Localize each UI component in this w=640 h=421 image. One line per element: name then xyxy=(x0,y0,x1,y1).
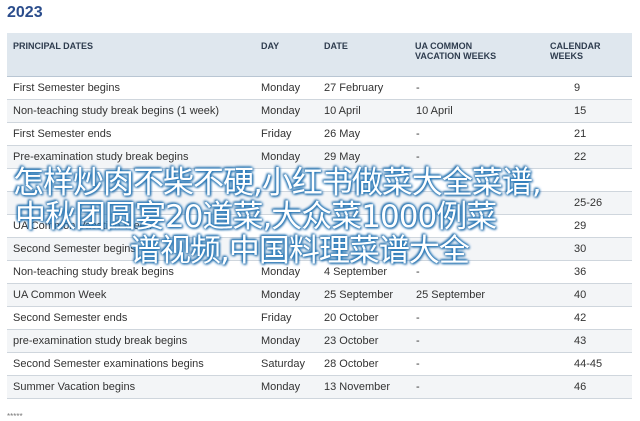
cell-date xyxy=(318,214,409,238)
header-ua-common-vacation-weeks: UA COMMON VACATION WEEKS xyxy=(409,33,544,77)
table-row: Second Semester begins 30 xyxy=(7,237,632,261)
year-heading: 2023 xyxy=(7,4,43,21)
table-row: Non-teaching study break begins Monday 4… xyxy=(7,260,632,284)
cell-calendar-week: 40 xyxy=(544,283,632,307)
header-ua-line1: UA COMMON xyxy=(415,41,473,51)
cell-day: Monday xyxy=(255,76,318,100)
cell-ua-week: 25 September xyxy=(409,283,544,307)
header-ua-line2: VACATION WEEKS xyxy=(415,51,497,61)
table-row: Second Semester ends Friday 20 October -… xyxy=(7,306,632,330)
cell-calendar-week: 22 xyxy=(544,145,632,169)
cell-date: 13 November xyxy=(318,375,409,399)
cell-calendar-week: 30 xyxy=(544,237,632,261)
cell-ua-week xyxy=(409,191,544,215)
cell-date xyxy=(318,191,409,215)
cell-principal-date: First Semester begins xyxy=(7,76,255,100)
cell-day: Friday xyxy=(255,306,318,330)
cell-calendar-week: 44-45 xyxy=(544,352,632,376)
header-calendar-weeks: CALENDAR WEEKS xyxy=(544,33,632,77)
cell-principal-date: UA Common Vacation Week xyxy=(7,214,255,238)
principal-dates-table: PRINCIPAL DATES DAY DATE UA COMMON VACATI… xyxy=(7,33,632,399)
table-row: UA Common Week Monday 25 September 25 Se… xyxy=(7,283,632,307)
cell-day: Monday xyxy=(255,329,318,353)
header-date: DATE xyxy=(318,33,409,77)
cell-principal-date: Second Semester examinations begins xyxy=(7,352,255,376)
cell-principal-date: First Semester ends xyxy=(7,122,255,146)
cell-principal-date: Second Semester begins xyxy=(7,237,255,261)
cell-calendar-week: 29 xyxy=(544,214,632,238)
cell-ua-week: - xyxy=(409,76,544,100)
cell-ua-week: 10 April xyxy=(409,99,544,123)
header-cal-line2: WEEKS xyxy=(550,51,584,61)
cell-date xyxy=(318,168,409,192)
cell-day xyxy=(255,237,318,261)
cell-day: Monday xyxy=(255,99,318,123)
cell-calendar-week: 46 xyxy=(544,375,632,399)
table-row: pre-examination study break begins Monda… xyxy=(7,329,632,353)
cell-ua-week: - xyxy=(409,329,544,353)
cell-date: 25 September xyxy=(318,283,409,307)
cell-day: Monday xyxy=(255,260,318,284)
table-row: Non-teaching study break begins (1 week)… xyxy=(7,99,632,123)
cell-date: 23 October xyxy=(318,329,409,353)
cell-day xyxy=(255,214,318,238)
cell-calendar-week: 36 xyxy=(544,260,632,284)
cell-principal-date: Pre-examination study break begins xyxy=(7,145,255,169)
table-row: First Semester begins Monday 27 February… xyxy=(7,76,632,100)
cell-ua-week: - xyxy=(409,306,544,330)
cell-day: Monday xyxy=(255,375,318,399)
cell-ua-week: - xyxy=(409,375,544,399)
cell-ua-week: - xyxy=(409,122,544,146)
cell-calendar-week xyxy=(544,168,632,192)
cell-ua-week xyxy=(409,214,544,238)
header-principal-dates: PRINCIPAL DATES xyxy=(7,33,255,77)
cell-ua-week: - xyxy=(409,260,544,284)
table-row: UA Common Vacation Week 29 xyxy=(7,214,632,238)
cell-ua-week xyxy=(409,168,544,192)
cell-ua-week xyxy=(409,237,544,261)
cell-day: Monday xyxy=(255,145,318,169)
header-cal-line1: CALENDAR xyxy=(550,41,601,51)
table-row: Summer Vacation begins Monday 13 Novembe… xyxy=(7,375,632,399)
cell-principal-date: UA Common Week xyxy=(7,283,255,307)
cell-principal-date: Summer Vacation begins xyxy=(7,375,255,399)
cell-date: 29 May xyxy=(318,145,409,169)
cell-calendar-week: 21 xyxy=(544,122,632,146)
cell-principal-date: pre-examination study break begins xyxy=(7,329,255,353)
header-day: DAY xyxy=(255,33,318,77)
cell-date: 26 May xyxy=(318,122,409,146)
cell-principal-date: Non-teaching study break begins (1 week) xyxy=(7,99,255,123)
cell-date xyxy=(318,237,409,261)
cell-principal-date xyxy=(7,191,255,215)
table-row: First Semester ends Friday 26 May - 21 xyxy=(7,122,632,146)
cell-date: 27 February xyxy=(318,76,409,100)
cell-date: 28 October xyxy=(318,352,409,376)
cell-date: 4 September xyxy=(318,260,409,284)
cell-calendar-week: 42 xyxy=(544,306,632,330)
cell-calendar-week: 25-26 xyxy=(544,191,632,215)
cell-calendar-week: 15 xyxy=(544,99,632,123)
footer-mark: ***** xyxy=(7,412,23,421)
cell-day xyxy=(255,168,318,192)
table-row: Second Semester examinations begins Satu… xyxy=(7,352,632,376)
cell-ua-week: - xyxy=(409,352,544,376)
table-row: Pre-examination study break begins Monda… xyxy=(7,145,632,169)
cell-principal-date: Non-teaching study break begins xyxy=(7,260,255,284)
table-row xyxy=(7,168,632,192)
table-row: 25-26 xyxy=(7,191,632,215)
cell-day xyxy=(255,191,318,215)
cell-principal-date xyxy=(7,168,255,192)
cell-calendar-week: 43 xyxy=(544,329,632,353)
cell-day: Monday xyxy=(255,283,318,307)
cell-principal-date: Second Semester ends xyxy=(7,306,255,330)
cell-date: 10 April xyxy=(318,99,409,123)
cell-ua-week: - xyxy=(409,145,544,169)
cell-date: 20 October xyxy=(318,306,409,330)
cell-calendar-week: 9 xyxy=(544,76,632,100)
cell-day: Saturday xyxy=(255,352,318,376)
cell-day: Friday xyxy=(255,122,318,146)
table-header-row: PRINCIPAL DATES DAY DATE UA COMMON VACATI… xyxy=(7,33,632,77)
